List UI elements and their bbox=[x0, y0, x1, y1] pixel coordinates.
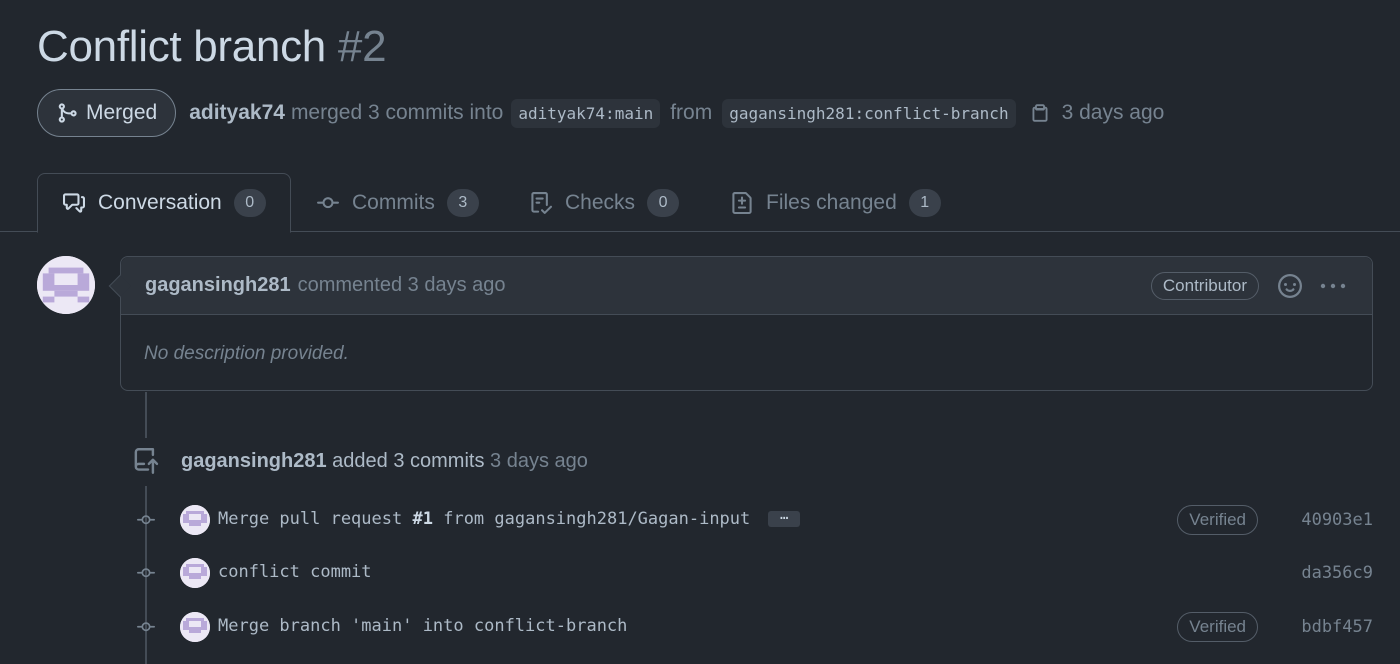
event-text: gagansingh281 added 3 commits 3 days ago bbox=[181, 450, 588, 473]
tab-conversation-label: Conversation bbox=[98, 191, 222, 214]
pr-tabs: Conversation 0 Commits 3 Checks 0 Files … bbox=[0, 173, 1400, 233]
identicon-avatar bbox=[37, 256, 95, 314]
tab-conversation-count: 0 bbox=[233, 189, 266, 217]
commit-icon bbox=[317, 196, 339, 208]
commit-message-suffix: from gagansingh281/Gagan-input bbox=[443, 509, 751, 529]
commit-sha[interactable]: 40903e1 bbox=[1301, 510, 1373, 530]
commit-message[interactable]: Merge branch 'main' into conflict-branch bbox=[218, 616, 627, 636]
commit-icon bbox=[137, 622, 155, 632]
merged-status-badge: Merged bbox=[37, 89, 177, 137]
file-diff-icon bbox=[732, 191, 752, 214]
avatar[interactable] bbox=[180, 612, 210, 642]
commit-row: conflict commit da356c9 bbox=[133, 558, 1373, 588]
tab-checks-label: Checks bbox=[565, 190, 636, 214]
pr-number: #2 bbox=[337, 22, 387, 71]
avatar[interactable] bbox=[180, 505, 210, 535]
commit-pr-link[interactable]: #1 bbox=[412, 509, 432, 529]
commit-sha[interactable]: da356c9 bbox=[1301, 563, 1373, 583]
commit-row: Merge pull request #1 from gagansingh281… bbox=[133, 505, 1373, 535]
verified-badge[interactable]: Verified bbox=[1177, 505, 1258, 535]
comment-time[interactable]: commented 3 days ago bbox=[298, 274, 506, 297]
event-action: added 3 commits bbox=[332, 449, 485, 472]
git-merge-icon bbox=[58, 103, 77, 123]
commit-icon bbox=[137, 515, 155, 525]
pr-meta: Merged adityak74 merged 3 commits into a… bbox=[37, 89, 1164, 137]
tab-commits-count: 3 bbox=[446, 188, 479, 217]
timeline-line bbox=[145, 392, 147, 438]
expand-commit-button[interactable]: … bbox=[768, 508, 801, 527]
commit-row: Merge branch 'main' into conflict-branch… bbox=[133, 612, 1373, 642]
comment-body: No description provided. bbox=[144, 343, 349, 364]
checklist-icon bbox=[531, 191, 553, 214]
commit-icon bbox=[137, 568, 155, 578]
pr-merge-summary: adityak74 merged 3 commits into adityak7… bbox=[189, 98, 1165, 128]
event-time[interactable]: 3 days ago bbox=[490, 450, 588, 472]
avatar[interactable] bbox=[37, 256, 95, 314]
smiley-icon[interactable] bbox=[1278, 274, 1302, 303]
event-author[interactable]: gagansingh281 bbox=[181, 450, 327, 472]
commit-message[interactable]: Merge pull request #1 from gagansingh281… bbox=[218, 508, 801, 529]
copy-icon[interactable] bbox=[1030, 102, 1050, 124]
pr-description-comment: gagansingh281 commented 3 days ago Contr… bbox=[108, 256, 1373, 391]
commit-sha[interactable]: bdbf457 bbox=[1301, 617, 1373, 637]
tab-checks[interactable]: Checks 0 bbox=[505, 173, 703, 232]
merge-time: 3 days ago bbox=[1061, 101, 1165, 124]
tab-files-changed-count: 1 bbox=[908, 188, 941, 217]
comment-author[interactable]: gagansingh281 bbox=[145, 274, 291, 297]
tab-files-changed[interactable]: Files changed 1 bbox=[706, 173, 965, 232]
from-text: from bbox=[670, 101, 713, 124]
pr-title-text: Conflict branch bbox=[37, 22, 326, 71]
comment-discussion-icon bbox=[63, 193, 85, 213]
comment-header: gagansingh281 commented 3 days ago Contr… bbox=[108, 257, 1372, 315]
base-branch[interactable]: adityak74:main bbox=[511, 98, 661, 128]
comment-caret bbox=[108, 274, 132, 298]
commit-message[interactable]: conflict commit bbox=[218, 562, 372, 582]
tab-files-changed-label: Files changed bbox=[766, 190, 897, 214]
tab-checks-count: 0 bbox=[647, 188, 680, 217]
pr-title: Conflict branch #2 bbox=[37, 22, 387, 72]
repo-push-icon bbox=[134, 448, 159, 474]
contributor-badge: Contributor bbox=[1150, 272, 1259, 300]
head-branch[interactable]: gagansingh281:conflict-branch bbox=[722, 98, 1016, 128]
avatar[interactable] bbox=[180, 558, 210, 588]
tab-conversation[interactable]: Conversation 0 bbox=[37, 173, 291, 233]
kebab-horizontal-icon[interactable] bbox=[1320, 279, 1346, 298]
merger-username[interactable]: adityak74 bbox=[189, 101, 285, 125]
timeline-event-added-commits: gagansingh281 added 3 commits 3 days ago bbox=[133, 448, 588, 474]
verified-badge[interactable]: Verified bbox=[1177, 612, 1258, 642]
merged-status-label: Merged bbox=[86, 101, 158, 124]
commit-message-prefix: Merge pull request bbox=[218, 509, 403, 529]
tab-commits-label: Commits bbox=[352, 190, 435, 214]
merge-action-text: merged 3 commits into bbox=[290, 101, 504, 124]
tab-commits[interactable]: Commits 3 bbox=[292, 173, 503, 232]
